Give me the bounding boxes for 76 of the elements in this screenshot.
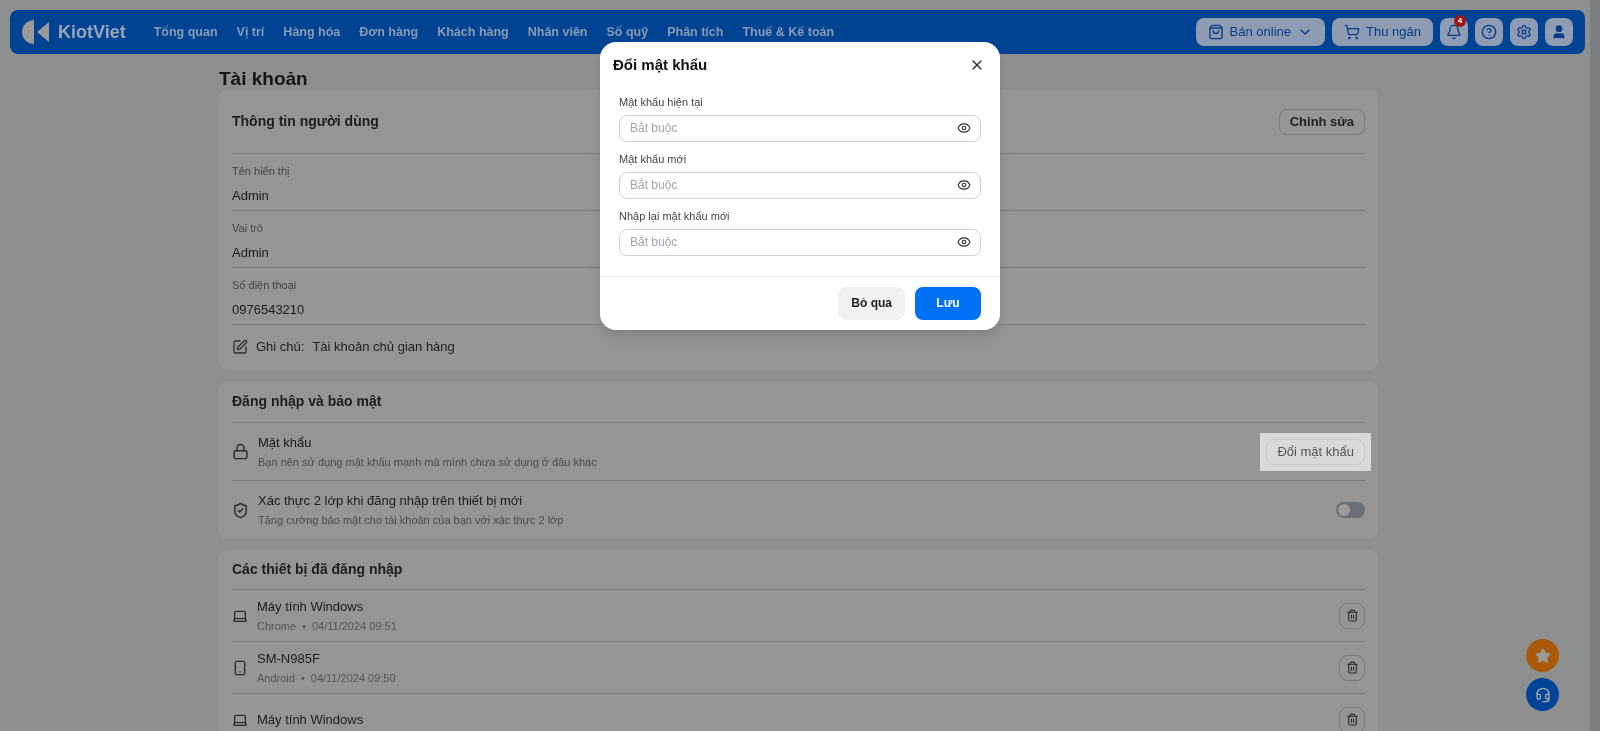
- field-label: Mật khẩu mới: [619, 151, 687, 166]
- field-label: Mật khẩu hiện tại: [619, 94, 703, 109]
- section-title: Các thiết bị đã đăng nhập: [232, 560, 403, 579]
- setting-description: Tăng cường bảo mật cho tài khoản của bạn với xác thực 2 lớp: [258, 513, 564, 527]
- change-password-button[interactable]: Đổi mật khẩu: [1266, 438, 1365, 465]
- nav-link[interactable]: Khách hàng: [437, 22, 509, 42]
- device-name: Máy tính Windows: [257, 598, 365, 615]
- trash-icon: [1345, 661, 1359, 674]
- nav-link[interactable]: Tổng quan: [153, 22, 218, 42]
- delete-device-button[interactable]: [1339, 602, 1365, 629]
- edit-note-icon[interactable]: [232, 338, 248, 355]
- device-login-time: 04/11/2024 09:50: [310, 670, 396, 685]
- edit-button[interactable]: Chỉnh sửa: [1278, 108, 1365, 135]
- support-button[interactable]: [1526, 678, 1559, 711]
- star-icon: [1534, 647, 1551, 664]
- save-button[interactable]: Lưu: [915, 286, 981, 320]
- nav-link[interactable]: Đơn hàng: [359, 22, 419, 42]
- help-button[interactable]: [1475, 18, 1503, 46]
- field-label: Nhập lại mật khẩu mới: [619, 208, 730, 223]
- bag-icon: [1207, 24, 1224, 40]
- setting-title: Xác thực 2 lớp khi đăng nhập trên thiết bị mới: [258, 493, 524, 509]
- headset-icon: [1534, 686, 1551, 703]
- device-name: SM-N985F: [257, 650, 321, 667]
- note-label: Ghi chú:: [256, 338, 305, 356]
- field-value: Admin: [232, 244, 269, 262]
- separator-dot: •: [300, 670, 305, 685]
- user-icon: [1551, 24, 1567, 40]
- logo-text: KiotViet: [58, 20, 126, 44]
- field-value: 0976543210: [232, 301, 305, 319]
- device-browser: Android: [257, 670, 295, 685]
- device-name: Máy tính Windows: [257, 711, 364, 728]
- avatar-button[interactable]: [1545, 18, 1573, 46]
- bell-icon: [1446, 24, 1462, 40]
- logo-icon: [22, 19, 50, 45]
- notification-badge: 4: [1454, 15, 1466, 27]
- field-label: Vai trò: [232, 221, 263, 235]
- dialog-title: Đổi mật khẩu: [613, 55, 708, 75]
- password-field[interactable]: Bắt buộc: [619, 228, 981, 256]
- device-browser: Chrome: [257, 618, 297, 633]
- separator-dot: •: [302, 618, 306, 633]
- field-value: Admin: [232, 187, 269, 205]
- section-title: Thông tin người dùng: [232, 112, 379, 131]
- two-factor-toggle[interactable]: [1336, 502, 1365, 518]
- cancel-button[interactable]: Bỏ qua: [838, 286, 905, 320]
- sell-online-button[interactable]: Bán online: [1195, 18, 1326, 46]
- note-value: Tài khoản chủ gian hàng: [312, 338, 455, 356]
- password-field[interactable]: Bắt buộc: [619, 171, 981, 199]
- device-login-time: 04/11/2024 09:51: [312, 618, 397, 633]
- nav-link[interactable]: Thuế & Kế toán: [742, 22, 835, 42]
- setting-title: Mật khẩu: [258, 434, 313, 451]
- trash-icon: [1345, 609, 1359, 622]
- cart-icon: [1344, 24, 1361, 40]
- cashier-button[interactable]: Thu ngân: [1332, 18, 1433, 46]
- nav-link[interactable]: Sổ quỹ: [606, 22, 649, 42]
- shield-check-icon: [232, 501, 249, 519]
- show-password-icon[interactable]: [957, 177, 971, 192]
- nav-link[interactable]: Vị trí: [236, 22, 265, 42]
- phone-icon: [232, 659, 248, 676]
- setting-description: Bạn nên sử dụng mật khẩu mạnh mà mình chưa sử dụng ở đâu khác: [258, 454, 597, 469]
- settings-button[interactable]: [1510, 18, 1538, 46]
- nav-link[interactable]: Nhân viên: [527, 22, 588, 42]
- delete-device-button[interactable]: [1339, 654, 1365, 681]
- page-title: Tài khoản: [219, 69, 308, 89]
- lock-icon: [232, 443, 249, 460]
- show-password-icon[interactable]: [957, 120, 971, 135]
- field-label: Tên hiển thị: [232, 164, 290, 178]
- nav-link[interactable]: Phân tích: [667, 22, 724, 42]
- nav-link[interactable]: Hàng hóa: [283, 22, 341, 42]
- field-label: Số điện thoại: [232, 278, 297, 292]
- help-icon: [1481, 24, 1497, 40]
- notification-button[interactable]: 4: [1440, 18, 1468, 46]
- show-password-icon[interactable]: [957, 234, 971, 249]
- trash-icon: [1345, 713, 1359, 726]
- settings-icon: [1516, 24, 1532, 40]
- section-title: Đăng nhập và bảo mật: [232, 392, 382, 411]
- password-field[interactable]: Bắt buộc: [619, 114, 981, 142]
